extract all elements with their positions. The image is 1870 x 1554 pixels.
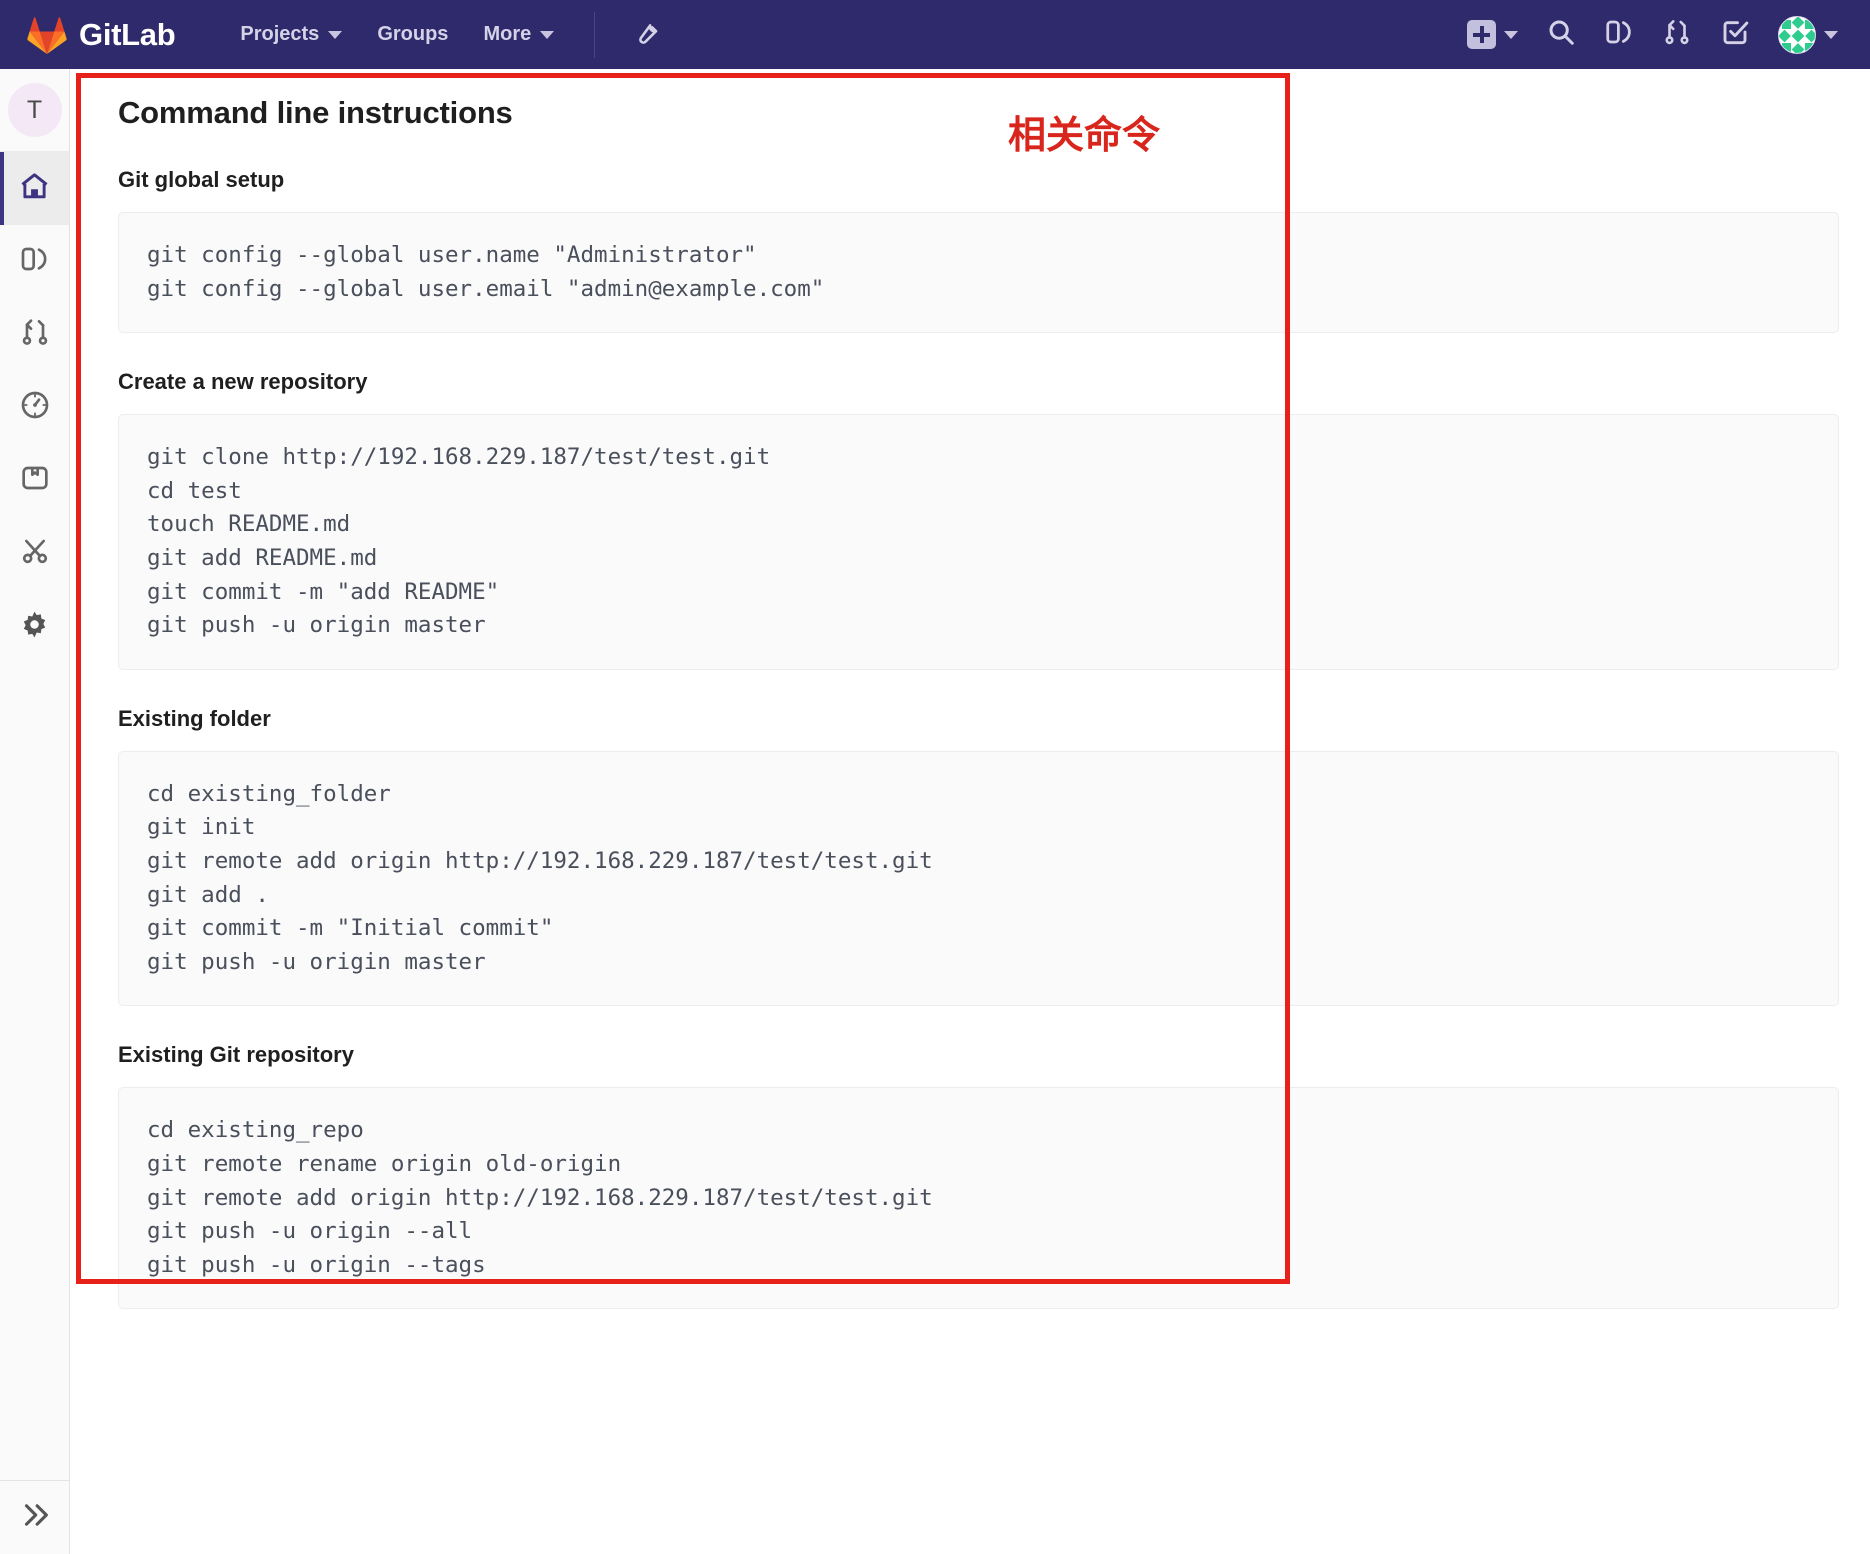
code-block-existing-folder[interactable]: cd existing_folder git init git remote a…	[118, 750, 1839, 1007]
project-avatar-wrap: T	[0, 69, 69, 152]
sidebar-item-project-home[interactable]	[0, 152, 69, 225]
code-block-git-global-setup[interactable]: git config --global user.name "Administr…	[118, 212, 1839, 334]
nav-link-groups-label: Groups	[377, 23, 449, 45]
section-create-new-repository: Create a new repository git clone http:/…	[118, 369, 1840, 670]
section-git-global-setup: Git global setup git config --global use…	[118, 167, 1840, 334]
sidebar-item-analytics[interactable]	[0, 371, 69, 444]
command-line-instructions-panel: Command line instructions Git global set…	[70, 69, 1870, 1310]
issues-icon	[1604, 17, 1634, 52]
scissors-icon	[19, 535, 51, 572]
new-dropdown-button[interactable]	[1453, 10, 1532, 59]
sidebar-item-snippets[interactable]	[0, 517, 69, 590]
app-root: GitLab Projects Groups More T Command li…	[0, 0, 1870, 1554]
chevron-down-icon	[328, 30, 343, 39]
chevron-down-icon	[1504, 30, 1518, 39]
nav-link-more[interactable]: More	[470, 15, 567, 54]
code-text: cd existing_repo git remote rename origi…	[147, 1117, 933, 1278]
issues-icon	[19, 243, 51, 280]
sidebar-item-issues[interactable]	[0, 225, 69, 298]
section-heading: Existing folder	[118, 705, 271, 731]
avatar	[1778, 15, 1816, 54]
chevron-down-icon	[540, 30, 555, 39]
code-block-create-new-repository[interactable]: git clone http://192.168.229.187/test/te…	[118, 414, 1839, 670]
top-navbar: GitLab Projects Groups More	[0, 0, 1870, 69]
navbar-left: GitLab Projects Groups More	[0, 0, 661, 69]
sidebar-item-settings[interactable]	[0, 590, 69, 663]
user-menu-button[interactable]	[1764, 6, 1852, 64]
page-title: Command line instructions	[118, 95, 513, 130]
wrench-icon	[633, 18, 661, 51]
code-text: cd existing_folder git init git remote a…	[147, 780, 933, 975]
nav-link-projects-label: Projects	[240, 23, 320, 45]
search-icon	[1546, 17, 1576, 52]
navbar-menu: Projects Groups More	[227, 15, 576, 54]
merge-requests-button[interactable]	[1648, 7, 1706, 62]
chevron-down-icon	[1824, 30, 1838, 39]
annotation-label: 相关命令	[1008, 113, 1161, 157]
plus-square-icon	[1467, 20, 1496, 49]
left-sidebar: T	[0, 69, 70, 1554]
package-icon	[19, 462, 51, 499]
sidebar-item-packages[interactable]	[0, 444, 69, 517]
main-content: Command line instructions Git global set…	[70, 69, 1870, 1554]
code-block-existing-git-repository[interactable]: cd existing_repo git remote rename origi…	[118, 1087, 1839, 1310]
gitlab-wordmark: GitLab	[79, 16, 176, 52]
navbar-divider	[594, 11, 596, 58]
issues-button[interactable]	[1590, 7, 1648, 62]
gitlab-logo-icon[interactable]	[26, 15, 68, 55]
merge-request-icon	[1662, 17, 1692, 52]
navbar-right	[1453, 0, 1852, 69]
home-icon	[18, 170, 51, 208]
gauge-icon	[19, 389, 51, 426]
section-heading: Create a new repository	[118, 369, 368, 395]
search-button[interactable]	[1532, 7, 1590, 62]
merge-request-icon	[19, 316, 51, 353]
nav-link-more-label: More	[483, 23, 532, 45]
nav-link-groups[interactable]: Groups	[364, 15, 461, 54]
section-existing-folder: Existing folder cd existing_folder git i…	[118, 706, 1840, 1007]
code-text: git clone http://192.168.229.187/test/te…	[147, 444, 771, 639]
admin-area-button[interactable]	[633, 18, 661, 51]
nav-link-projects[interactable]: Projects	[227, 15, 355, 54]
todo-check-icon	[1720, 17, 1750, 52]
section-heading: Git global setup	[118, 167, 285, 192]
sidebar-collapse-button[interactable]	[0, 1480, 69, 1554]
project-avatar[interactable]: T	[7, 83, 62, 137]
code-text: git config --global user.name "Administr…	[147, 242, 825, 302]
sidebar-item-merge-requests[interactable]	[0, 298, 69, 371]
todos-button[interactable]	[1706, 7, 1764, 62]
gear-icon	[18, 608, 51, 646]
section-existing-git-repository: Existing Git repository cd existing_repo…	[118, 1042, 1840, 1310]
chevron-double-right-icon	[18, 1498, 52, 1537]
section-heading: Existing Git repository	[118, 1042, 354, 1068]
